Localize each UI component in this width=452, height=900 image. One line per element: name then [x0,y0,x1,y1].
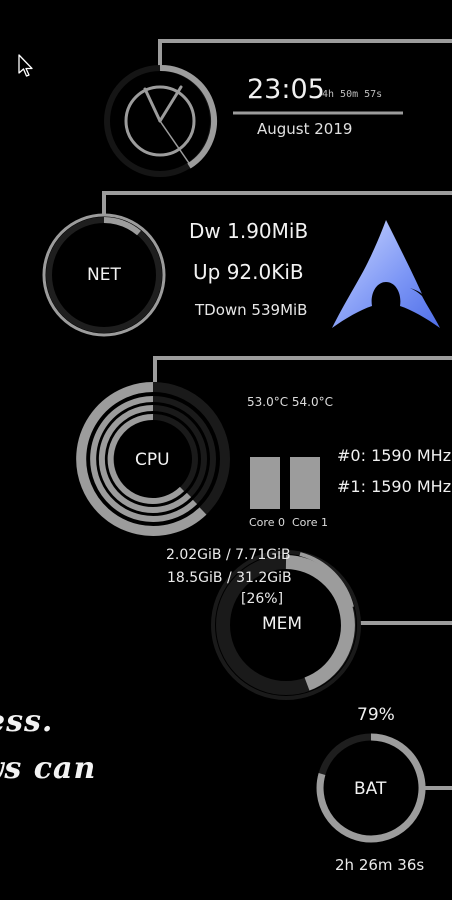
core1-frequency: #1: 1590 MHz [337,477,452,496]
core1-label: Core 1 [292,516,328,529]
cpu-temperatures: 53.0°C 54.0°C [247,395,334,409]
arch-linux-logo-icon [332,220,440,328]
uptime-text: 4h 50m 57s [322,89,383,100]
battery-time-left: 2h 26m 36s [335,856,425,874]
mem-percent: [26%] [241,591,284,607]
wallpaper-quote-line-1: ess. [0,704,54,739]
battery-label: BAT [354,779,387,799]
battery-percent: 79% [357,705,395,725]
core1-usage-bar [290,457,320,509]
core0-usage-bar [250,457,280,509]
net-label: NET [87,265,121,285]
net-total-download: TDown 539MiB [195,301,308,319]
mem-label: MEM [262,614,303,634]
ram-usage: 2.02GiB / 7.71GiB [166,547,291,563]
cpu-label: CPU [135,450,170,470]
net-upload-speed: Up 92.0KiB [193,260,304,284]
mouse-pointer-icon [18,54,33,77]
clock-time: 23:05 [247,74,325,105]
analog-clock [104,64,218,177]
net-download-speed: Dw 1.90MiB [189,219,309,243]
clock-date: August 2019 [257,120,353,138]
wallpaper-quote-line-2: ys can [0,751,97,786]
core0-frequency: #0: 1590 MHz [337,446,452,465]
core0-label: Core 0 [249,516,285,529]
swap-usage: 18.5GiB / 31.2GiB [167,570,292,586]
